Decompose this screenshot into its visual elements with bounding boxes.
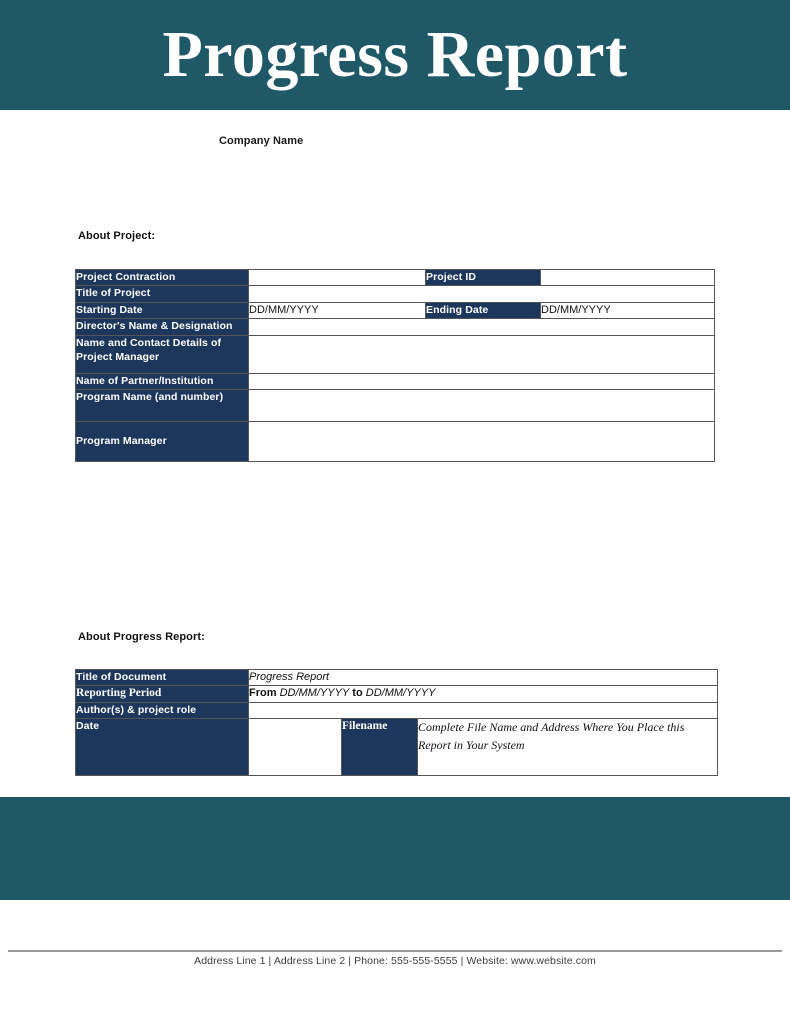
row-label-program-manager: Program Manager xyxy=(75,420,249,462)
table-row: Director's Name & Designation xyxy=(75,318,715,336)
row-label-project-id: Project ID xyxy=(425,268,541,287)
footer-divider xyxy=(8,950,782,952)
table-row: Program Name (and number) xyxy=(75,388,715,422)
row-value-date[interactable] xyxy=(248,718,342,777)
footer-contact-text: Address Line 1 | Address Line 2 | Phone:… xyxy=(194,955,596,967)
table-row: Program Manager xyxy=(75,420,715,462)
reporting-period-middle: to xyxy=(349,687,366,700)
reporting-period-prefix: From xyxy=(249,687,280,700)
row-label-title-of-document: Title of Document xyxy=(75,668,249,687)
section-heading-about-project: About Project: xyxy=(78,230,156,242)
row-value-authors-project-role[interactable] xyxy=(248,701,718,720)
row-label-partner-institution: Name of Partner/Institution xyxy=(75,372,249,390)
row-value-project-id[interactable] xyxy=(540,268,715,287)
row-label-date: Date xyxy=(75,718,249,777)
table-row: Starting Date DD/MM/YYYY Ending Date DD/… xyxy=(75,301,715,320)
section-heading-about-progress-report: About Progress Report: xyxy=(78,631,205,643)
company-name: Company Name xyxy=(219,135,304,147)
table-row: Title of Document Progress Report xyxy=(75,668,718,687)
row-value-title-of-project[interactable] xyxy=(248,285,715,303)
row-label-director-name-designation: Director's Name & Designation xyxy=(75,318,249,336)
table-row: Reporting Period From DD/MM/YYYY to DD/M… xyxy=(75,685,718,703)
about-project-table: Project Contraction Project ID Title of … xyxy=(75,268,715,462)
reporting-period-end-date: DD/MM/YYYY xyxy=(365,687,436,700)
row-value-project-manager-contact[interactable] xyxy=(248,334,715,374)
row-label-project-manager-contact: Name and Contact Details of Project Mana… xyxy=(75,334,249,374)
row-value-reporting-period[interactable]: From DD/MM/YYYY to DD/MM/YYYY xyxy=(248,685,718,703)
row-label-authors-project-role: Author(s) & project role xyxy=(75,701,249,720)
table-row: Project Contraction Project ID xyxy=(75,268,715,287)
table-row: Date Filename Complete File Name and Add… xyxy=(75,718,718,777)
about-progress-report-table: Title of Document Progress Report Report… xyxy=(75,668,718,777)
row-value-program-name-number[interactable] xyxy=(248,388,715,422)
row-label-filename: Filename xyxy=(341,718,418,777)
row-label-ending-date: Ending Date xyxy=(425,301,541,320)
row-value-partner-institution[interactable] xyxy=(248,372,715,390)
row-value-title-of-document[interactable]: Progress Report xyxy=(248,668,718,687)
table-row: Author(s) & project role xyxy=(75,701,718,720)
row-label-starting-date: Starting Date xyxy=(75,301,249,320)
row-label-program-name-number: Program Name (and number) xyxy=(75,388,249,422)
table-row: Name and Contact Details of Project Mana… xyxy=(75,334,715,374)
row-value-filename[interactable]: Complete File Name and Address Where You… xyxy=(417,718,718,777)
table-row: Title of Project xyxy=(75,285,715,303)
reporting-period-start-date: DD/MM/YYYY xyxy=(279,687,350,700)
row-value-project-contraction[interactable] xyxy=(248,268,426,287)
table-row: Name of Partner/Institution xyxy=(75,372,715,390)
row-value-director-name-designation[interactable] xyxy=(248,318,715,336)
row-value-starting-date[interactable]: DD/MM/YYYY xyxy=(248,301,426,320)
page-title: Progress Report xyxy=(162,18,628,91)
row-label-title-of-project: Title of Project xyxy=(75,285,249,303)
header-band: Progress Report xyxy=(0,0,790,110)
footer-band xyxy=(0,797,790,900)
row-label-reporting-period: Reporting Period xyxy=(75,685,249,703)
row-value-program-manager[interactable] xyxy=(248,420,715,462)
row-label-project-contraction: Project Contraction xyxy=(75,268,249,287)
row-value-ending-date[interactable]: DD/MM/YYYY xyxy=(540,301,715,320)
